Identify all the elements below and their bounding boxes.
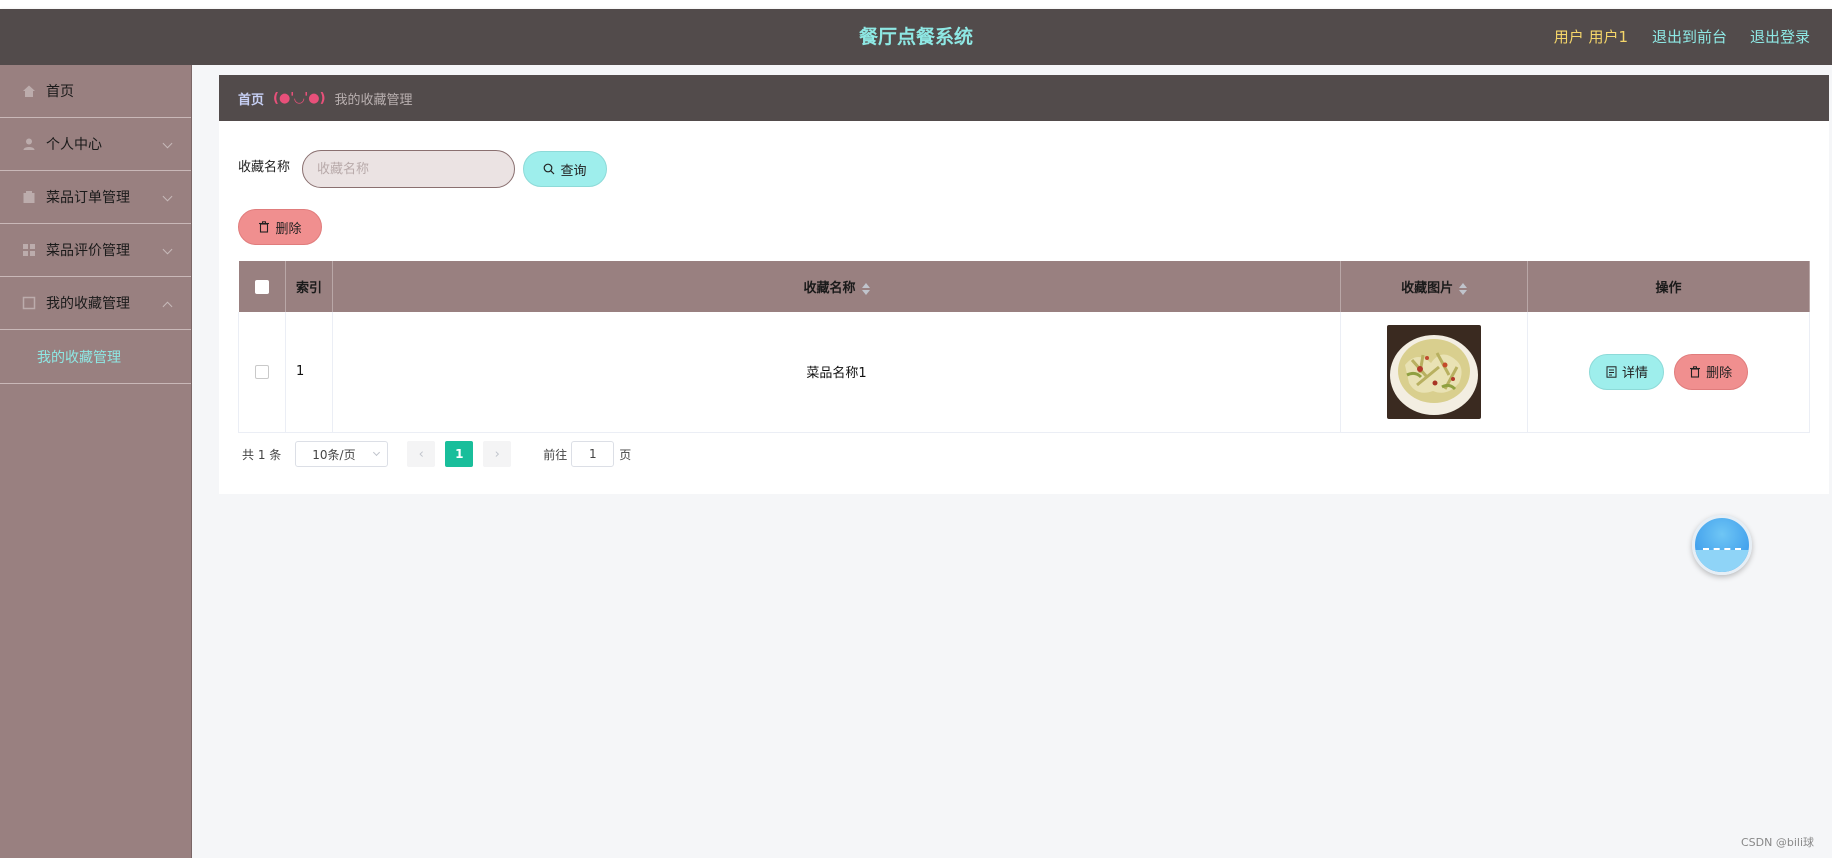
pagination-total: 共 1 条	[242, 447, 282, 462]
row-index: 1	[285, 312, 333, 433]
query-button[interactable]: 查询	[523, 151, 607, 187]
sidebar-item-personal-center[interactable]: 个人中心	[0, 118, 191, 171]
sort-icon[interactable]	[861, 282, 870, 296]
breadcrumb-current: 我的收藏管理	[334, 92, 413, 108]
chevron-right-icon: ›	[494, 446, 500, 462]
favorite-icon	[22, 296, 36, 310]
goto-label: 前往	[543, 447, 568, 462]
breadcrumb: 首页 (●'◡'●) 我的收藏管理	[219, 75, 1829, 121]
search-label: 收藏名称	[238, 160, 291, 175]
row-checkbox[interactable]	[254, 364, 269, 379]
search-icon	[544, 163, 555, 175]
image-header[interactable]: 收藏图片	[1340, 261, 1529, 312]
search-input[interactable]	[302, 150, 515, 188]
row-delete-button-label: 删除	[1706, 366, 1733, 382]
query-button-label: 查询	[560, 163, 587, 179]
name-header-label: 收藏名称	[803, 281, 856, 296]
main-content: 首页 (●'◡'●) 我的收藏管理 收藏名称 查询 删除 索引 收藏名称 收藏图…	[192, 65, 1832, 858]
delete-button-label: 删除	[275, 221, 302, 237]
chevron-down-icon	[162, 138, 173, 149]
name-header[interactable]: 收藏名称	[332, 261, 1342, 312]
row-name: 菜品名称1	[332, 312, 1342, 433]
select-all-checkbox[interactable]	[254, 279, 269, 294]
runway-icon	[1703, 548, 1741, 550]
current-user-label: 用户 用户1	[1553, 28, 1628, 46]
breadcrumb-separator: (●'◡'●)	[273, 90, 326, 106]
page-unit-label: 页	[619, 447, 632, 462]
sidebar: 首页 个人中心 菜品订单管理 菜品评价管理 我的收藏管理 我的收藏管理	[0, 65, 192, 858]
sidebar-item-favorites-management[interactable]: 我的收藏管理	[0, 277, 191, 330]
pagination: 共 1 条 10条/页 ‹ 1 › 前往 页	[238, 441, 631, 467]
horizon-graphic	[1695, 550, 1749, 572]
sidebar-item-review-management[interactable]: 菜品评价管理	[0, 224, 191, 277]
select-all-header	[238, 261, 286, 312]
watermark: CSDN @bili球	[1740, 836, 1814, 849]
sort-icon[interactable]	[1459, 282, 1468, 296]
trash-icon	[259, 221, 270, 233]
chevron-left-icon: ‹	[418, 446, 424, 462]
home-icon	[23, 85, 35, 97]
row-actions: 详情 删除	[1527, 312, 1810, 433]
index-header: 索引	[285, 261, 333, 312]
prev-page-button[interactable]: ‹	[407, 441, 436, 467]
trash-icon	[1690, 366, 1701, 378]
next-page-button[interactable]: ›	[483, 441, 512, 467]
row-delete-button[interactable]: 删除	[1673, 353, 1748, 390]
chevron-down-icon	[162, 244, 173, 255]
goto-page-input[interactable]	[571, 441, 615, 467]
table-header-row: 索引 收藏名称 收藏图片 操作	[238, 261, 1810, 312]
image-header-label: 收藏图片	[1401, 281, 1454, 296]
document-icon	[1606, 366, 1617, 378]
row-checkbox-cell	[238, 312, 286, 433]
order-icon	[23, 191, 35, 203]
chevron-up-icon	[162, 301, 173, 312]
content-panel: 收藏名称 查询 删除 索引 收藏名称 收藏图片 操作	[219, 121, 1829, 494]
sidebar-item-label: 我的收藏管理	[46, 296, 130, 312]
sidebar-item-label: 菜品评价管理	[46, 243, 130, 259]
sidebar-item-label: 个人中心	[46, 137, 102, 153]
logout-link[interactable]: 退出登录	[1750, 9, 1810, 65]
top-navbar: 餐厅点餐系统 用户 用户1 退出到前台 退出登录	[0, 9, 1832, 65]
sidebar-item-label: 菜品订单管理	[46, 190, 130, 206]
chevron-down-icon	[373, 448, 381, 457]
page-size-value: 10条/页	[312, 447, 356, 462]
comment-icon	[23, 244, 35, 256]
page-number-button[interactable]: 1	[445, 441, 474, 467]
breadcrumb-home[interactable]: 首页	[238, 89, 264, 108]
batch-delete-button[interactable]: 删除	[238, 209, 322, 245]
sidebar-subitem-my-favorites[interactable]: 我的收藏管理	[0, 330, 191, 384]
sidebar-item-order-management[interactable]: 菜品订单管理	[0, 171, 191, 224]
page-size-select[interactable]: 10条/页	[295, 441, 389, 467]
actions-header: 操作	[1527, 261, 1810, 312]
row-image-cell	[1340, 312, 1529, 433]
detail-button-label: 详情	[1621, 366, 1648, 382]
back-to-frontend-link[interactable]: 退出到前台	[1652, 9, 1727, 65]
user-icon	[23, 138, 35, 150]
floating-assistant-button[interactable]	[1692, 515, 1752, 575]
dish-image	[1387, 324, 1482, 419]
detail-button[interactable]: 详情	[1589, 353, 1665, 390]
sidebar-item-home[interactable]: 首页	[0, 65, 191, 118]
favorites-table: 索引 收藏名称 收藏图片 操作 1 菜品名称1 详情 删除	[238, 261, 1810, 433]
sidebar-item-label: 首页	[46, 84, 74, 100]
chevron-down-icon	[162, 191, 173, 202]
table-row: 1 菜品名称1 详情 删除	[238, 312, 1810, 433]
